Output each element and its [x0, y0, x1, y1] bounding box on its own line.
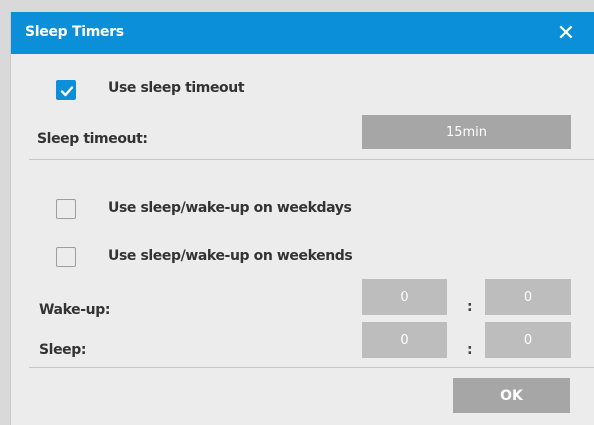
sleep-minute-value: 0: [523, 332, 533, 348]
sleep-hour-value: 0: [400, 332, 409, 348]
wakeup-minute-value: 0: [523, 289, 533, 305]
sleep-minute-field[interactable]: 0: [485, 322, 571, 358]
close-icon: ✕: [556, 20, 576, 46]
weekdays-checkbox[interactable]: [56, 199, 76, 219]
sleep-timeout-field[interactable]: 15min: [362, 115, 571, 149]
close-button[interactable]: ✕: [551, 18, 581, 48]
weekdays-label: Use sleep/wake-up on weekdays: [108, 200, 352, 216]
title-bar: Sleep Timers ✕: [11, 12, 594, 54]
sleep-timeout-label: Sleep timeout:: [37, 131, 148, 147]
ok-button-label: OK: [500, 387, 523, 404]
sleep-hour-field[interactable]: 0: [362, 322, 447, 358]
wakeup-separator: :: [467, 299, 473, 315]
checkmark-icon: [60, 86, 74, 97]
wakeup-hour-field[interactable]: 0: [362, 279, 447, 315]
use-sleep-timeout-label: Use sleep timeout: [108, 80, 245, 96]
divider-top: [29, 159, 594, 160]
sleep-label: Sleep:: [39, 342, 87, 358]
sleep-separator: :: [467, 342, 473, 358]
weekends-label: Use sleep/wake-up on weekends: [108, 248, 353, 264]
dialog-title: Sleep Timers: [25, 24, 124, 40]
wakeup-minute-field[interactable]: 0: [485, 279, 571, 315]
sleep-timers-dialog: Sleep Timers ✕ Use sleep timeout Sleep t…: [10, 12, 594, 425]
sleep-timeout-value: 15min: [445, 124, 488, 140]
wakeup-label: Wake-up:: [39, 302, 111, 318]
wakeup-hour-value: 0: [400, 289, 409, 305]
use-sleep-timeout-checkbox[interactable]: [56, 80, 76, 100]
weekends-checkbox[interactable]: [56, 247, 76, 267]
ok-button[interactable]: OK: [453, 378, 570, 413]
divider-bottom: [29, 367, 594, 368]
